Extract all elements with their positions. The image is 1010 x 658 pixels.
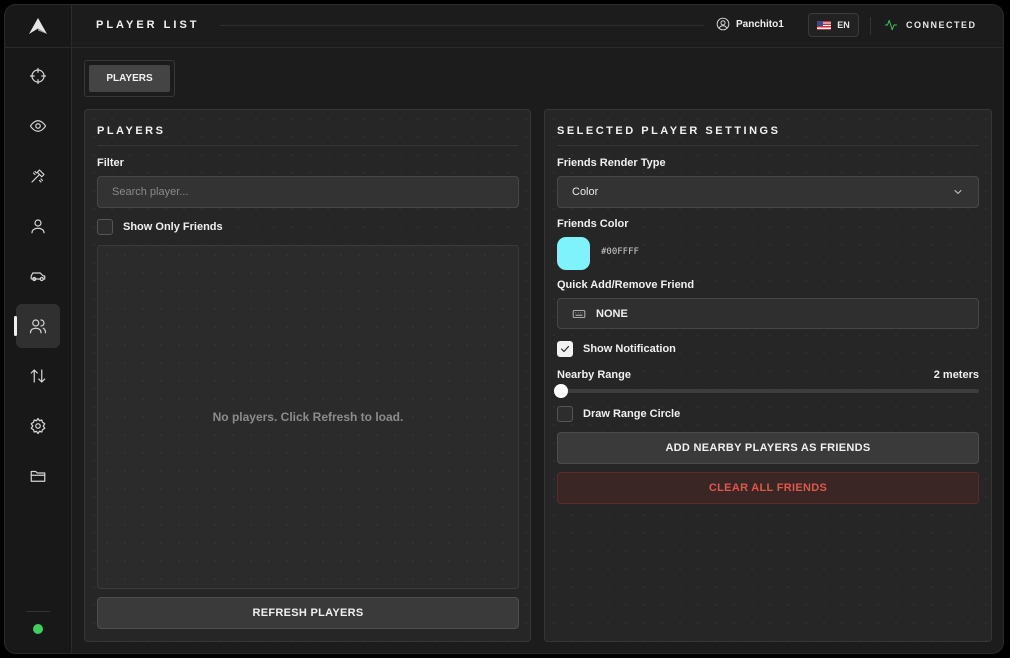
user-profile[interactable]: Panchito1	[716, 17, 784, 31]
nearby-range-slider-thumb[interactable]	[554, 384, 568, 398]
connection-status: CONNECTED	[884, 18, 977, 32]
arrows-up-down-icon	[30, 369, 46, 383]
sidebar-item-visuals[interactable]	[16, 104, 60, 148]
user-circle-icon	[716, 17, 730, 31]
refresh-players-button[interactable]: REFRESH PLAYERS	[97, 597, 519, 629]
users-icon	[29, 319, 47, 334]
filter-label: Filter	[97, 157, 124, 169]
main-content: PLAYERS PLAYERS Filter Show Only Friends…	[72, 48, 1004, 654]
draw-range-circle-label: Draw Range Circle	[583, 408, 681, 420]
show-notification-toggle[interactable]: Show Notification	[557, 341, 676, 357]
friends-color-hex: #00FFFF	[601, 247, 639, 257]
tab-players[interactable]: PLAYERS	[89, 65, 170, 92]
logo-icon	[29, 17, 47, 34]
quick-add-key: NONE	[596, 307, 628, 320]
sidebar-item-player[interactable]	[16, 204, 60, 248]
sidebar-item-weapons[interactable]	[16, 154, 60, 198]
show-only-friends-toggle[interactable]: Show Only Friends	[97, 219, 223, 235]
render-type-label: Friends Render Type	[557, 157, 666, 169]
crosshair-icon	[29, 67, 47, 85]
folder-icon	[30, 470, 46, 482]
us-flag-icon	[817, 20, 832, 30]
language-label: EN	[837, 20, 850, 30]
tools-icon	[31, 169, 45, 183]
chevron-down-icon	[954, 190, 962, 195]
players-panel-title: PLAYERS	[97, 125, 166, 137]
sidebar-item-vehicle[interactable]	[16, 254, 60, 298]
activity-icon	[885, 19, 897, 31]
player-settings-panel: SELECTED PLAYER SETTINGS Friends Render …	[544, 109, 992, 642]
nearby-range-label: Nearby Range	[557, 369, 631, 381]
friends-color-swatch[interactable]	[557, 237, 590, 270]
header-divider	[220, 25, 704, 26]
sidebar-item-crosshair[interactable]	[16, 54, 60, 98]
status-indicator	[33, 624, 43, 634]
render-type-value: Color	[572, 186, 599, 198]
sidebar-item-transfer[interactable]	[16, 354, 60, 398]
keyboard-icon	[572, 309, 586, 318]
gear-icon	[30, 417, 46, 435]
players-list: No players. Click Refresh to load.	[97, 245, 519, 589]
add-nearby-friends-button[interactable]: ADD NEARBY PLAYERS AS FRIENDS	[557, 432, 979, 464]
language-selector[interactable]: EN	[808, 13, 859, 37]
show-only-friends-checkbox[interactable]	[97, 219, 113, 235]
friends-color-label: Friends Color	[557, 218, 629, 230]
username: Panchito1	[736, 18, 784, 30]
show-notification-checkbox[interactable]	[557, 341, 573, 357]
quick-add-keybind[interactable]: NONE	[557, 298, 979, 329]
car-icon	[30, 272, 46, 282]
draw-range-circle-toggle[interactable]: Draw Range Circle	[557, 406, 680, 422]
draw-range-circle-checkbox[interactable]	[557, 406, 573, 422]
header-separator	[870, 17, 871, 35]
sidebar-item-settings[interactable]	[16, 404, 60, 448]
search-input[interactable]	[97, 176, 519, 208]
nearby-range-slider[interactable]	[557, 389, 979, 393]
quick-add-label: Quick Add/Remove Friend	[557, 279, 695, 291]
sidebar-divider	[26, 611, 50, 612]
show-notification-label: Show Notification	[583, 343, 676, 355]
players-panel: PLAYERS Filter Show Only Friends No play…	[84, 109, 531, 642]
sidebar	[4, 4, 72, 654]
user-icon	[31, 219, 45, 234]
checkmark-icon	[560, 345, 570, 353]
empty-state-message: No players. Click Refresh to load.	[212, 410, 404, 424]
tab-bar: PLAYERS	[84, 60, 175, 97]
connection-label: CONNECTED	[906, 20, 977, 30]
nearby-range-value: 2 meters	[933, 369, 979, 381]
top-header: PLAYER LIST Panchito1 EN CONNECTED	[72, 4, 1004, 48]
clear-all-friends-button[interactable]: CLEAR ALL FRIENDS	[557, 472, 979, 504]
sidebar-item-files[interactable]	[16, 454, 60, 498]
eye-icon	[29, 120, 47, 132]
render-type-select[interactable]: Color	[557, 176, 979, 208]
panel-divider	[557, 145, 979, 146]
sidebar-item-players[interactable]	[14, 304, 60, 348]
app-logo	[4, 4, 72, 48]
app-window: PLAYER LIST Panchito1 EN CONNECTED PLAYE…	[4, 4, 1004, 654]
panel-divider	[97, 145, 518, 146]
show-only-friends-label: Show Only Friends	[123, 221, 223, 233]
page-title: PLAYER LIST	[96, 19, 200, 31]
settings-panel-title: SELECTED PLAYER SETTINGS	[557, 125, 781, 137]
